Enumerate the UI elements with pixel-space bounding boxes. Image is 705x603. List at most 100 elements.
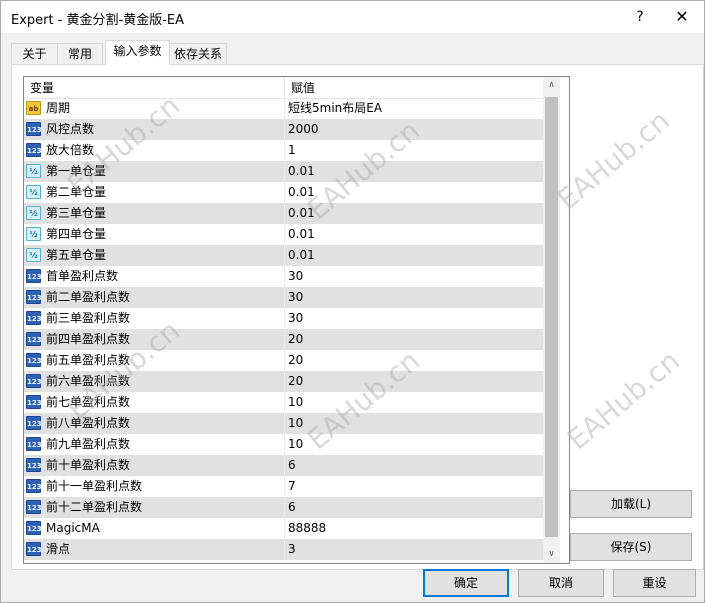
help-icon[interactable]: ? xyxy=(627,4,653,30)
table-row[interactable]: 123 前六单盈利点数 20 xyxy=(24,371,543,392)
tab-common[interactable]: 常用 xyxy=(57,43,103,64)
cell-divider xyxy=(284,476,285,497)
table-row[interactable]: 123 滑点 3 xyxy=(24,539,543,560)
cell-divider xyxy=(284,539,285,560)
column-header-value[interactable]: 赋值 xyxy=(285,77,543,98)
integer-type-icon: 123 xyxy=(26,290,42,304)
integer-type-icon: 123 xyxy=(26,374,42,388)
parameter-name: 第一单仓量 xyxy=(46,164,107,178)
table-row[interactable]: ½ 第五单仓量 0.01 xyxy=(24,245,543,266)
inputs-panel: 变量 赋值 ab 周期 短线5min布局EA 123 风控点数 2000 123 放大倍数 1 ½… xyxy=(11,64,704,570)
cell-divider xyxy=(284,140,285,161)
parameter-value[interactable]: 0.01 xyxy=(288,224,315,245)
table-row[interactable]: 123 前十一单盈利点数 7 xyxy=(24,476,543,497)
scroll-down-icon[interactable]: ∨ xyxy=(543,546,560,563)
tab-about[interactable]: 关于 xyxy=(11,43,58,64)
integer-type-icon: 123 xyxy=(26,542,42,556)
ok-button[interactable]: 确定 xyxy=(423,569,509,597)
tab-inputs[interactable]: 输入参数 xyxy=(105,40,170,65)
parameter-value[interactable]: 短线5min布局EA xyxy=(288,98,382,119)
parameter-value[interactable]: 3 xyxy=(288,539,296,560)
parameter-name: 第四单仓量 xyxy=(46,227,107,241)
double-type-icon: ½ xyxy=(26,164,41,178)
table-row[interactable]: 123 前三单盈利点数 30 xyxy=(24,308,543,329)
parameter-name: 前十二单盈利点数 xyxy=(46,500,143,514)
parameter-name: 首单盈利点数 xyxy=(46,269,119,283)
cell-divider xyxy=(284,182,285,203)
parameter-value[interactable]: 6 xyxy=(288,455,296,476)
parameter-value[interactable]: 30 xyxy=(288,308,303,329)
parameter-name: 滑点 xyxy=(46,542,71,556)
table-row[interactable]: 123 前九单盈利点数 10 xyxy=(24,434,543,455)
vertical-scrollbar[interactable]: ∧ ∨ xyxy=(543,77,560,563)
double-type-icon: ½ xyxy=(26,206,41,220)
table-row[interactable]: 123 前十单盈利点数 6 xyxy=(24,455,543,476)
table-row[interactable]: 123 前七单盈利点数 10 xyxy=(24,392,543,413)
table-header: 变量 赋值 xyxy=(24,77,543,99)
double-type-icon: ½ xyxy=(26,248,41,262)
parameter-value[interactable]: 20 xyxy=(288,329,303,350)
parameter-value[interactable]: 1 xyxy=(288,140,296,161)
parameter-name: 前四单盈利点数 xyxy=(46,332,131,346)
table-row[interactable]: 123 MagicMA 88888 xyxy=(24,518,543,539)
parameter-name: 第二单仓量 xyxy=(46,185,107,199)
cell-divider xyxy=(284,266,285,287)
table-row[interactable]: ½ 第二单仓量 0.01 xyxy=(24,182,543,203)
cell-divider xyxy=(284,329,285,350)
parameter-value[interactable]: 2000 xyxy=(288,119,319,140)
table-row[interactable]: 123 首单盈利点数 30 xyxy=(24,266,543,287)
cell-divider xyxy=(284,308,285,329)
parameter-value[interactable]: 10 xyxy=(288,413,303,434)
table-row[interactable]: 123 风控点数 2000 xyxy=(24,119,543,140)
parameter-value[interactable]: 30 xyxy=(288,266,303,287)
cancel-button[interactable]: 取消 xyxy=(518,569,604,597)
cell-divider xyxy=(284,455,285,476)
table-row[interactable]: ½ 第四单仓量 0.01 xyxy=(24,224,543,245)
integer-type-icon: 123 xyxy=(26,479,42,493)
table-row[interactable]: ½ 第三单仓量 0.01 xyxy=(24,203,543,224)
close-icon[interactable]: ✕ xyxy=(669,4,695,30)
table-row[interactable]: 123 前八单盈利点数 10 xyxy=(24,413,543,434)
parameter-value[interactable]: 0.01 xyxy=(288,161,315,182)
cell-divider xyxy=(284,161,285,182)
parameters-table: 变量 赋值 ab 周期 短线5min布局EA 123 风控点数 2000 123 放大倍数 1 ½… xyxy=(23,76,570,564)
integer-type-icon: 123 xyxy=(26,122,42,136)
parameter-value[interactable]: 20 xyxy=(288,371,303,392)
title-bar: Expert - 黄金分割-黄金版-EA ? ✕ xyxy=(1,1,704,33)
scroll-up-icon[interactable]: ∧ xyxy=(543,77,560,94)
table-row[interactable]: 123 前五单盈利点数 20 xyxy=(24,350,543,371)
parameter-value[interactable]: 30 xyxy=(288,287,303,308)
table-row[interactable]: 123 前四单盈利点数 20 xyxy=(24,329,543,350)
save-button[interactable]: 保存(S) xyxy=(570,533,692,561)
parameter-value[interactable]: 10 xyxy=(288,434,303,455)
integer-type-icon: 123 xyxy=(26,458,42,472)
parameter-value[interactable]: 7 xyxy=(288,476,296,497)
cell-divider xyxy=(284,371,285,392)
reset-button[interactable]: 重设 xyxy=(613,569,696,597)
table-row[interactable]: 123 前二单盈利点数 30 xyxy=(24,287,543,308)
tab-dependencies[interactable]: 依存关系 xyxy=(169,43,227,64)
parameter-name: 前二单盈利点数 xyxy=(46,290,131,304)
parameter-name: 第三单仓量 xyxy=(46,206,107,220)
cell-divider xyxy=(284,203,285,224)
integer-type-icon: 123 xyxy=(26,269,42,283)
scroll-thumb[interactable] xyxy=(545,97,558,537)
parameter-name: 第五单仓量 xyxy=(46,248,107,262)
load-button[interactable]: 加载(L) xyxy=(570,490,692,518)
parameter-value[interactable]: 6 xyxy=(288,497,296,518)
table-row[interactable]: 123 放大倍数 1 xyxy=(24,140,543,161)
parameter-name: 前六单盈利点数 xyxy=(46,374,131,388)
column-header-variable[interactable]: 变量 xyxy=(24,77,284,98)
parameter-value[interactable]: 0.01 xyxy=(288,182,315,203)
cell-divider xyxy=(284,497,285,518)
table-row[interactable]: ab 周期 短线5min布局EA xyxy=(24,98,543,119)
parameter-value[interactable]: 10 xyxy=(288,392,303,413)
table-row[interactable]: ½ 第一单仓量 0.01 xyxy=(24,161,543,182)
parameter-value[interactable]: 0.01 xyxy=(288,203,315,224)
table-row[interactable]: 123 前十二单盈利点数 6 xyxy=(24,497,543,518)
expert-dialog: Expert - 黄金分割-黄金版-EA ? ✕ 关于 常用 输入参数 依存关系… xyxy=(0,0,705,603)
integer-type-icon: 123 xyxy=(26,395,42,409)
parameter-value[interactable]: 20 xyxy=(288,350,303,371)
parameter-value[interactable]: 88888 xyxy=(288,518,326,539)
parameter-value[interactable]: 0.01 xyxy=(288,245,315,266)
